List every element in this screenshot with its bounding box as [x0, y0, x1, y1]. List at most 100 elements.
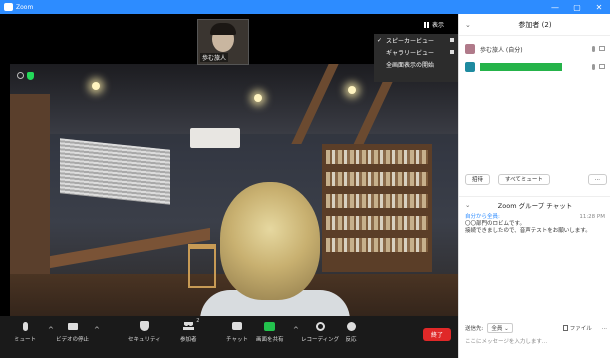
reaction-smiley-icon	[346, 321, 356, 331]
file-button[interactable]: ファイル	[562, 324, 592, 332]
reactions-button[interactable]: 反応	[345, 320, 357, 343]
scene-air-conditioner	[190, 128, 240, 148]
share-screen-label: 画面を共有	[256, 337, 284, 343]
chat-button[interactable]: チャット	[226, 320, 248, 343]
participants-title: 参加者 (2)	[518, 20, 552, 29]
collapse-chevron-down-icon[interactable]: ⌄	[465, 201, 470, 209]
end-meeting-button[interactable]: 終了	[423, 328, 451, 341]
participants-label: 参加者	[180, 337, 197, 343]
check-icon: ✓	[377, 36, 383, 44]
participants-header: ⌄ 参加者 (2)	[459, 14, 610, 36]
participant-count: 2	[196, 318, 200, 324]
view-button[interactable]: 表示	[424, 20, 444, 29]
chat-recipient-row: 送信先: 全員 ⌄ ファイル ...	[465, 322, 607, 334]
meeting-toolbar: ミュート ^ ビデオの停止 ^ セキュリティ 2 参加者 チャット 画面を共有 …	[0, 316, 458, 358]
participant-status-icons	[592, 46, 605, 52]
mute-button[interactable]: ミュート	[14, 320, 36, 343]
security-label: セキュリティ	[128, 337, 161, 343]
stop-video-button[interactable]: ビデオの停止	[56, 320, 89, 343]
chat-message-line: 接続できましたので、音声テストをお願いします。	[465, 228, 591, 234]
encryption-shield-icon[interactable]	[27, 72, 34, 80]
scene-desk	[50, 227, 210, 269]
recipient-value: 全員	[491, 326, 503, 332]
view-button-label: 表示	[432, 22, 445, 29]
to-label: 送信先:	[465, 326, 484, 332]
participants-actions: 招待 すべてミュート ...	[465, 172, 607, 186]
speaker-head	[220, 182, 320, 300]
minimize-button[interactable]: —	[544, 0, 566, 14]
self-video-thumbnail[interactable]: 歩む旅人	[197, 19, 249, 65]
security-shield-icon	[139, 321, 149, 331]
side-panel: ⌄ 参加者 (2) 歩む旅人 (自分) 招待 すべてミュート ... ⌄ Zoo…	[458, 14, 610, 358]
menu-item-gallery-view[interactable]: ギャラリービュー	[374, 46, 458, 58]
shelf-row	[326, 216, 428, 230]
scene-lamp	[254, 94, 262, 102]
participant-row[interactable]	[465, 60, 607, 74]
meeting-info-icons	[17, 72, 34, 80]
microphone-icon	[592, 46, 595, 52]
menu-item-fullscreen[interactable]: 全画面表示の開始	[374, 58, 458, 70]
menu-item-label: スピーカービュー	[386, 37, 435, 45]
audio-options-chevron-up-icon[interactable]: ^	[48, 326, 54, 334]
security-button[interactable]: セキュリティ	[128, 320, 161, 343]
window-titlebar: Zoom — ▢ ✕	[0, 0, 610, 14]
view-menu: ✓ スピーカービュー ギャラリービュー 全画面表示の開始	[374, 34, 458, 82]
chat-more-button[interactable]: ...	[602, 325, 607, 331]
avatar	[465, 44, 475, 54]
share-screen-button[interactable]: 画面を共有	[256, 320, 284, 343]
maximize-button[interactable]: ▢	[566, 0, 588, 14]
reactions-label: 反応	[345, 337, 357, 343]
microphone-icon	[22, 321, 28, 331]
speaker-view-icon	[450, 38, 454, 42]
record-label: レコーディング	[301, 337, 340, 343]
shelf-row	[326, 172, 428, 186]
participant-status-icons	[592, 64, 605, 70]
speaker-video	[10, 64, 458, 316]
chat-message: 自分から全員: 11:28 PM 〇〇部門のロビムです。 接続できましたので、音…	[465, 214, 607, 235]
microphone-icon	[592, 64, 595, 70]
mute-all-button[interactable]: すべてミュート	[498, 173, 550, 185]
info-icon[interactable]	[17, 72, 24, 79]
participants-button[interactable]: 2 参加者	[180, 318, 200, 343]
scene-lamp	[348, 86, 356, 94]
mute-label: ミュート	[14, 337, 37, 343]
video-options-chevron-up-icon[interactable]: ^	[94, 326, 100, 334]
record-button[interactable]: レコーディング	[301, 320, 339, 343]
participant-name-highlight	[480, 63, 562, 71]
gallery-view-icon	[450, 50, 454, 54]
menu-item-speaker-view[interactable]: ✓ スピーカービュー	[374, 34, 458, 46]
recipient-select[interactable]: 全員 ⌄	[487, 323, 513, 333]
avatar	[465, 62, 475, 72]
participant-row[interactable]: 歩む旅人 (自分)	[465, 42, 607, 56]
self-name-label: 歩む旅人	[200, 53, 229, 62]
shelf-row	[326, 194, 428, 208]
scene-window	[60, 138, 170, 205]
more-options-button[interactable]: ...	[587, 173, 607, 185]
share-options-chevron-up-icon[interactable]: ^	[293, 326, 299, 334]
zoom-logo-icon	[4, 3, 13, 11]
chat-footer: 送信先: 全員 ⌄ ファイル ... ここにメッセージを入力します...	[465, 322, 607, 348]
scene-chair	[188, 244, 216, 288]
file-icon	[562, 325, 568, 331]
scene-lamp	[92, 82, 100, 90]
video-area[interactable]: 歩む旅人 表示 ✓ スピーカービュー ギャラリービュー 全画面表示の開始	[0, 14, 458, 316]
menu-item-label: ギャラリービュー	[386, 49, 435, 57]
chat-label: チャット	[226, 337, 248, 343]
chat-header: ⌄ Zoom グループ チャット	[459, 196, 610, 212]
grid-icon	[424, 21, 430, 28]
shelf-row	[326, 238, 428, 252]
scene-bookshelf	[322, 144, 432, 272]
close-button[interactable]: ✕	[588, 0, 610, 14]
chat-title: Zoom グループ チャット	[497, 201, 573, 210]
collapse-chevron-down-icon[interactable]: ⌄	[465, 21, 471, 29]
chat-timestamp: 11:28 PM	[579, 214, 605, 220]
file-label: ファイル	[569, 326, 592, 332]
chat-input[interactable]: ここにメッセージを入力します...	[465, 334, 607, 348]
window-controls: — ▢ ✕	[544, 0, 610, 14]
record-icon	[315, 321, 325, 331]
stop-video-label: ビデオの停止	[56, 337, 90, 343]
video-camera-icon	[67, 322, 78, 330]
share-screen-icon	[264, 321, 276, 331]
video-camera-icon	[599, 64, 605, 69]
invite-button[interactable]: 招待	[465, 173, 491, 185]
